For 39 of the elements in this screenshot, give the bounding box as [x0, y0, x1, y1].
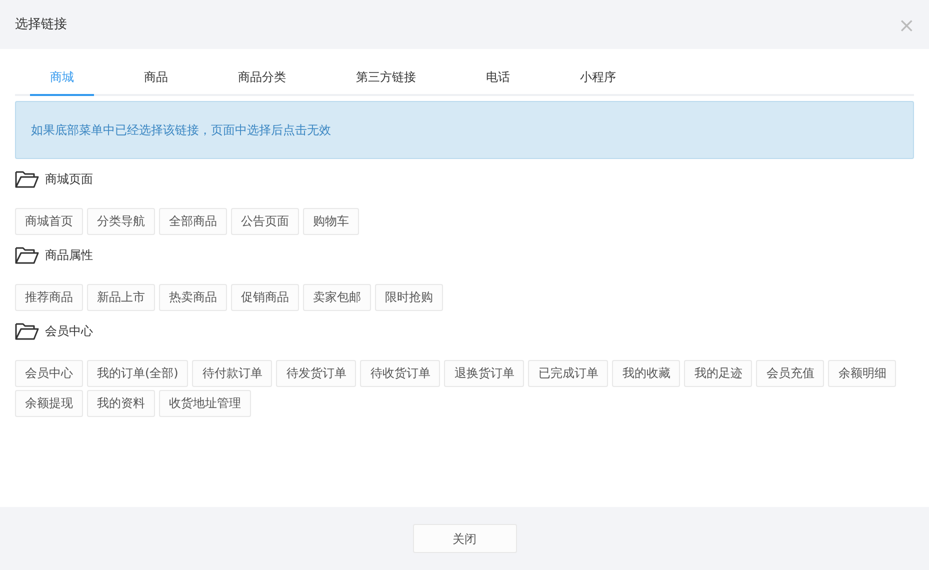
link-button[interactable]: 我的收藏 [612, 360, 680, 387]
tab[interactable]: 第三方链接 [336, 59, 436, 96]
group-heading: 商品属性 [45, 247, 93, 264]
link-button[interactable]: 商城首页 [15, 208, 83, 235]
link-button[interactable]: 余额明细 [828, 360, 896, 387]
link-button[interactable]: 热卖商品 [159, 284, 227, 311]
link-button[interactable]: 促销商品 [231, 284, 299, 311]
link-button[interactable]: 新品上市 [87, 284, 155, 311]
folder-icon [15, 170, 39, 188]
link-button[interactable]: 会员中心 [15, 360, 83, 387]
link-button[interactable]: 我的资料 [87, 390, 155, 417]
link-button[interactable]: 待发货订单 [276, 360, 356, 387]
close-button[interactable]: 关闭 [412, 524, 516, 553]
link-button[interactable]: 分类导航 [87, 208, 155, 235]
dialog-title: 选择链接 [15, 16, 67, 34]
link-button[interactable]: 限时抢购 [375, 284, 443, 311]
link-button[interactable]: 会员充值 [756, 360, 824, 387]
tab[interactable]: 商品分类 [218, 59, 306, 96]
link-button[interactable]: 余额提现 [15, 390, 83, 417]
link-button[interactable]: 退换货订单 [444, 360, 524, 387]
tab[interactable]: 小程序 [560, 59, 636, 96]
link-button[interactable]: 我的订单(全部) [87, 360, 188, 387]
group-heading: 会员中心 [45, 323, 93, 340]
link-button[interactable]: 全部商品 [159, 208, 227, 235]
link-button[interactable]: 已完成订单 [528, 360, 608, 387]
link-button[interactable]: 购物车 [303, 208, 359, 235]
tab[interactable]: 商品 [124, 59, 188, 96]
folder-icon [15, 322, 39, 340]
link-button[interactable]: 公告页面 [231, 208, 299, 235]
link-button[interactable]: 待付款订单 [192, 360, 272, 387]
link-button[interactable]: 卖家包邮 [303, 284, 371, 311]
link-button[interactable]: 推荐商品 [15, 284, 83, 311]
folder-icon [15, 246, 39, 264]
group-heading: 商城页面 [45, 171, 93, 188]
link-button[interactable]: 收货地址管理 [159, 390, 251, 417]
link-button[interactable]: 我的足迹 [684, 360, 752, 387]
link-button[interactable]: 待收货订单 [360, 360, 440, 387]
notice-alert: 如果底部菜单中已经选择该链接，页面中选择后点击无效 [15, 101, 914, 159]
tab[interactable]: 电话 [466, 59, 530, 96]
